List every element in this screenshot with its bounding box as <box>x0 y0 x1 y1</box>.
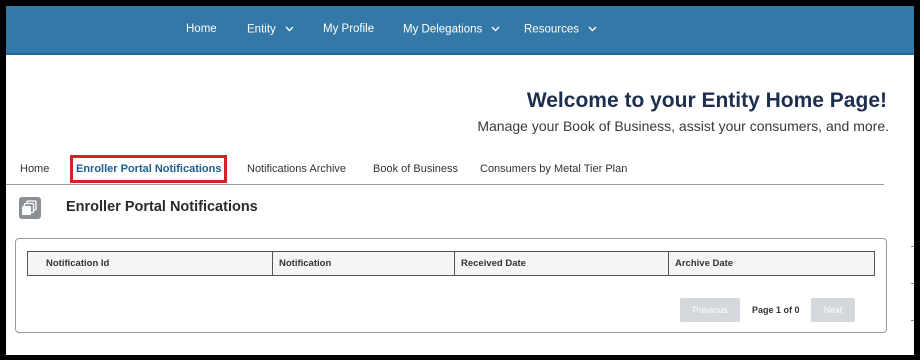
edge-mark <box>911 283 914 284</box>
column-header-notification-id[interactable]: Notification Id <box>27 251 273 276</box>
nav-entity-label: Entity <box>247 23 276 36</box>
chevron-down-icon <box>285 6 294 53</box>
tab-notifications-archive[interactable]: Notifications Archive <box>247 158 346 180</box>
tab-bar: Home Enroller Portal Notifications Notif… <box>6 155 884 185</box>
next-button[interactable]: Next <box>811 298 855 322</box>
notifications-table-card: Notification Id Notification Received Da… <box>15 238 887 333</box>
column-header-notification[interactable]: Notification <box>272 251 455 276</box>
page-indicator: Page 1 of 0 <box>752 305 800 315</box>
chevron-down-icon <box>491 6 500 53</box>
nav-my-profile-label: My Profile <box>323 23 375 35</box>
nav-resources-label: Resources <box>524 23 579 36</box>
edge-mark <box>911 320 914 321</box>
column-header-archive-date[interactable]: Archive Date <box>668 251 875 276</box>
tab-enroller-portal-notifications[interactable]: Enroller Portal Notifications <box>70 155 228 183</box>
nav-my-delegations[interactable]: My Delegations <box>403 6 500 53</box>
nav-entity[interactable]: Entity <box>247 6 294 53</box>
tab-consumers-by-metal-tier-plan[interactable]: Consumers by Metal Tier Plan <box>480 158 627 180</box>
notifications-stack-icon <box>19 197 41 219</box>
section-title: Enroller Portal Notifications <box>66 199 258 215</box>
chevron-down-icon <box>588 6 597 53</box>
nav-home-label: Home <box>186 23 217 35</box>
welcome-subtitle: Manage your Book of Business, assist you… <box>477 118 889 134</box>
nav-my-profile[interactable]: My Profile <box>323 6 374 53</box>
tab-home[interactable]: Home <box>20 158 49 180</box>
pagination: Previous Page 1 of 0 Next <box>680 298 868 322</box>
table-header-row: Notification Id Notification Received Da… <box>27 251 875 276</box>
page-frame: Home Entity My Profile My Delegations Re… <box>6 6 914 355</box>
top-navigation-bar: Home Entity My Profile My Delegations Re… <box>6 6 914 55</box>
column-header-received-date[interactable]: Received Date <box>454 251 669 276</box>
nav-resources[interactable]: Resources <box>524 6 597 53</box>
edge-mark <box>911 246 914 247</box>
notifications-table: Notification Id Notification Received Da… <box>27 251 875 276</box>
welcome-title: Welcome to your Entity Home Page! <box>526 89 887 112</box>
previous-button[interactable]: Previous <box>680 298 740 322</box>
nav-my-delegations-label: My Delegations <box>403 23 483 36</box>
nav-home[interactable]: Home <box>186 6 217 53</box>
tab-book-of-business[interactable]: Book of Business <box>373 158 458 180</box>
